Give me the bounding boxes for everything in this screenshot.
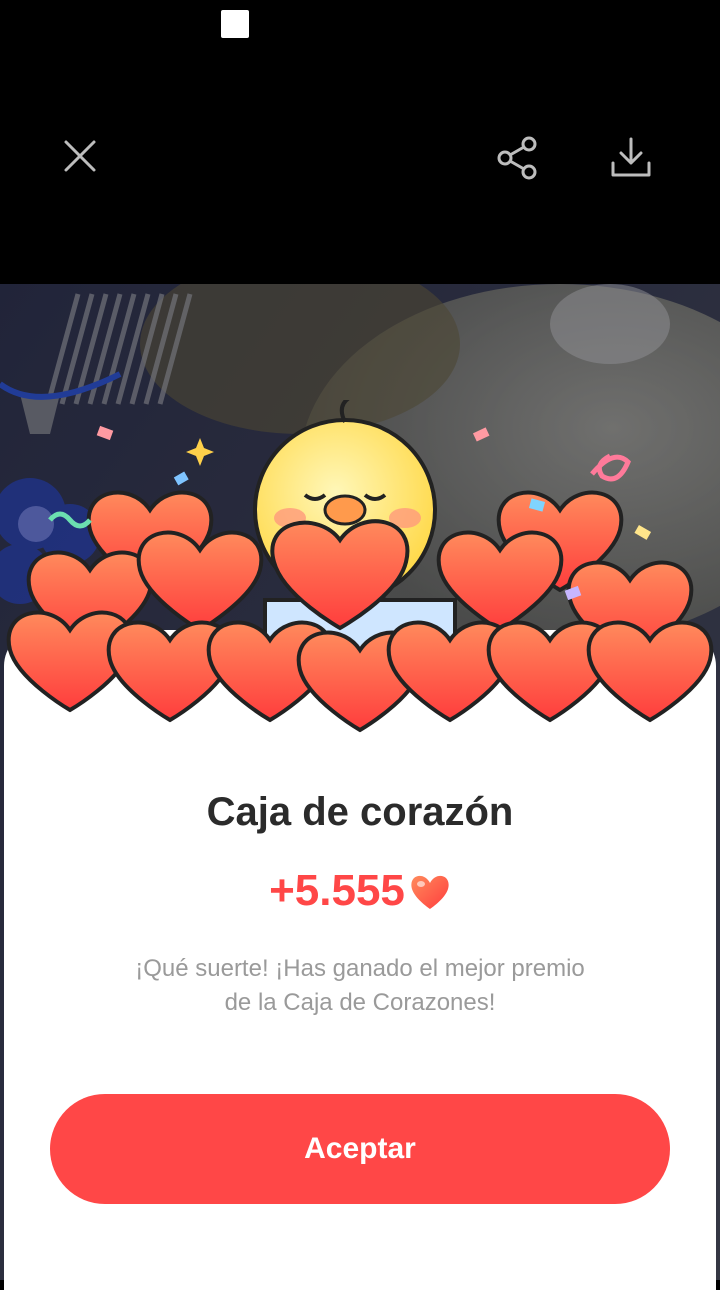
download-button[interactable] (604, 130, 658, 184)
reward-value: +5.555 (269, 866, 405, 915)
download-icon (611, 137, 651, 177)
reward-amount: +5.555 (0, 866, 720, 916)
dialog-title: Caja de corazón (206, 790, 514, 834)
share-button[interactable] (492, 132, 544, 184)
heart-icon (411, 875, 449, 909)
share-icon (497, 136, 537, 180)
status-indicator (221, 10, 249, 38)
close-button[interactable] (56, 132, 104, 180)
heart-box-illustration (6, 400, 714, 733)
accept-button[interactable]: Aceptar (50, 1094, 670, 1204)
dialog-message: ¡Qué suerte! ¡Has ganado el mejor premio… (135, 955, 585, 1016)
close-icon (64, 140, 96, 172)
